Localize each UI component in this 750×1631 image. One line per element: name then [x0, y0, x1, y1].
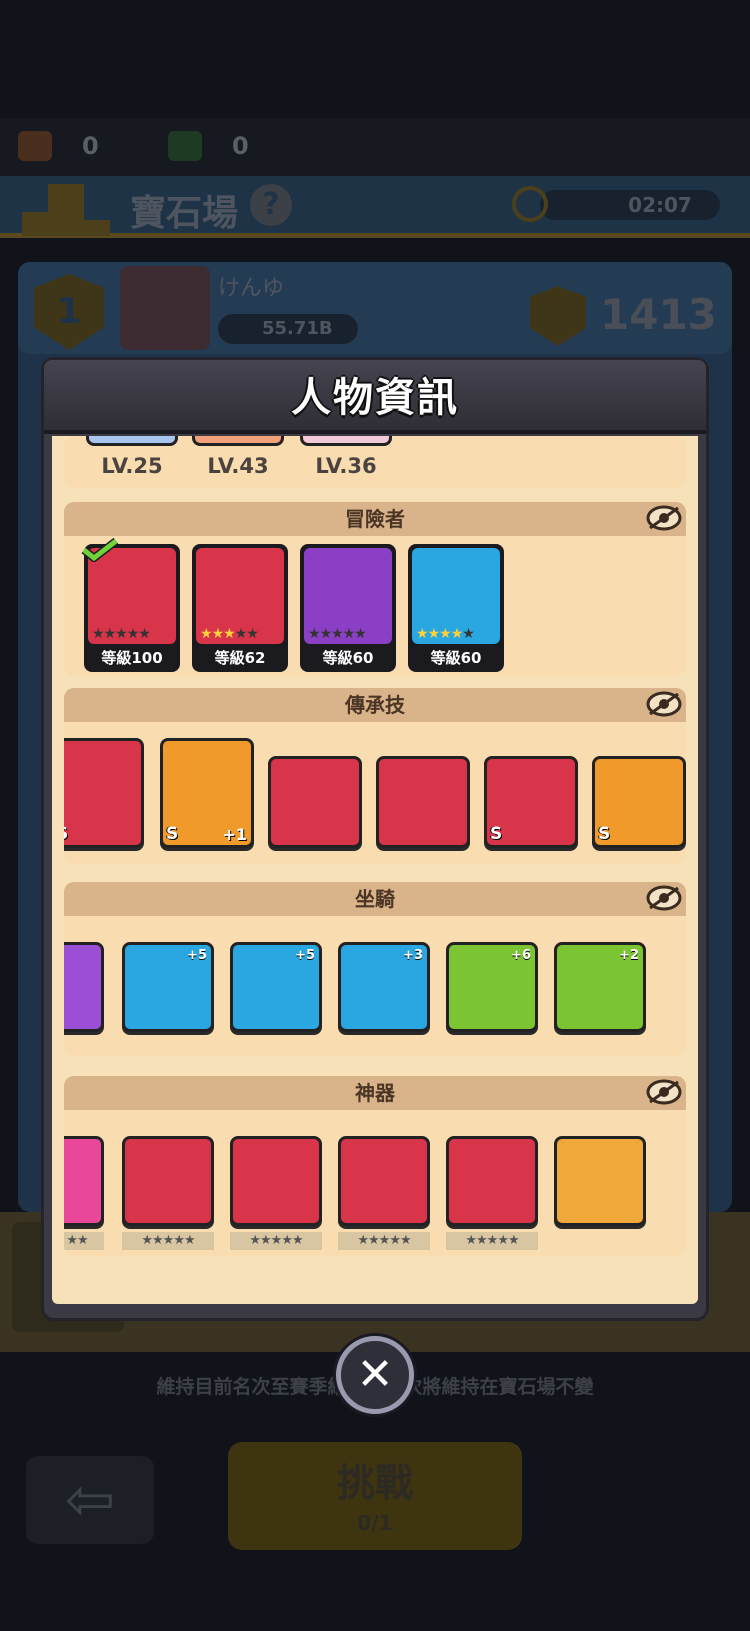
- mount-tile[interactable]: [64, 942, 104, 1032]
- mount-tile[interactable]: +3: [338, 942, 430, 1032]
- ticket-counter: 0: [18, 128, 99, 164]
- artifact-stars: ★★★★★: [446, 1232, 538, 1250]
- scroll-content: LV.25 LV.43 LV.36 冒險者 ★★★★★ 等級100 ★★★★★ 等級6…: [52, 436, 698, 1304]
- screen: 0 0 寶石場 ? 02:07 1 けんゆ 55.71B 1413 維持目前名次…: [0, 0, 750, 1631]
- artifact-tile[interactable]: [446, 1136, 538, 1226]
- hide-eye-icon[interactable]: [644, 1076, 684, 1108]
- artifact-stars: ★★★★★: [122, 1232, 214, 1250]
- selected-check-icon: [81, 538, 119, 562]
- mount-tile[interactable]: +6: [446, 942, 538, 1032]
- section-title: 冒險者: [345, 507, 405, 531]
- ticket-count: 0: [82, 132, 99, 160]
- upgrade-level: +1: [222, 825, 247, 844]
- modal-title: 人物資訊: [291, 374, 459, 421]
- legacy-skill-tile[interactable]: S +1: [160, 738, 254, 848]
- artifact-tile[interactable]: [338, 1136, 430, 1226]
- legacy-skills-section: 傳承技 S S +1 S S: [64, 688, 686, 864]
- gem-count: 0: [232, 132, 249, 160]
- hide-eye-icon[interactable]: [644, 882, 684, 914]
- adventurer-level: 等級100: [101, 649, 163, 667]
- artifact-stars: ★★: [64, 1232, 104, 1250]
- level-card: [192, 436, 284, 446]
- arena-title: 寶石場: [130, 192, 239, 234]
- legacy-skill-tile[interactable]: [268, 756, 362, 848]
- modal-body[interactable]: LV.25 LV.43 LV.36 冒險者 ★★★★★ 等級100 ★★★★★ 等級6…: [52, 436, 698, 1304]
- legacy-skill-tile[interactable]: S: [484, 756, 578, 848]
- mount-tile[interactable]: +5: [230, 942, 322, 1032]
- artifact-tile[interactable]: [230, 1136, 322, 1226]
- rank-s-badge: S: [490, 824, 503, 844]
- rank-s-badge: S: [166, 824, 179, 844]
- adventurer-card[interactable]: ★★★★★ 等級60: [300, 544, 396, 672]
- adventurer-level: 等級60: [430, 649, 482, 667]
- challenge-button[interactable]: 挑戰 0/1: [228, 1442, 522, 1550]
- upgrade-level: +6: [511, 948, 531, 963]
- legacy-skill-tile[interactable]: S: [64, 738, 144, 848]
- gem-icon: [168, 131, 202, 161]
- player-name: けんゆ: [218, 276, 285, 301]
- upgrade-level: +3: [403, 948, 423, 963]
- character-info-modal: 人物資訊 LV.25 LV.43 LV.36 冒險者 ★★★★★ 等級100 ★…: [44, 360, 706, 1318]
- adventurer-card[interactable]: ★★★★★ 等級60: [408, 544, 504, 672]
- ticket-icon: [18, 131, 52, 161]
- upgrade-level: +5: [187, 948, 207, 963]
- hide-eye-icon[interactable]: [644, 502, 684, 534]
- artifact-stars: ★★★★★: [230, 1232, 322, 1250]
- season-timer: 02:07: [540, 190, 720, 220]
- section-title: 傳承技: [345, 693, 405, 717]
- artifact-stars: ★★★★★: [338, 1232, 430, 1250]
- trophy-icon: [22, 182, 112, 236]
- rank-s-badge: S: [598, 824, 611, 844]
- challenge-label: 挑戰: [336, 1460, 413, 1505]
- level-card: [86, 436, 178, 446]
- star-rating: ★★★★★: [308, 626, 367, 642]
- levels-section: LV.25 LV.43 LV.36: [64, 436, 686, 488]
- upgrade-level: +5: [295, 948, 315, 963]
- artifact-tile[interactable]: [554, 1136, 646, 1226]
- close-icon: ✕: [356, 1349, 394, 1400]
- avatar: [120, 266, 210, 350]
- section-title: 神器: [355, 1081, 395, 1105]
- level-label: LV.36: [315, 454, 377, 478]
- hide-eye-icon[interactable]: [644, 688, 684, 720]
- mount-tile[interactable]: +5: [122, 942, 214, 1032]
- upgrade-level: +2: [619, 948, 639, 963]
- gem-counter: 0: [168, 128, 249, 164]
- close-button[interactable]: ✕: [336, 1336, 414, 1414]
- challenge-tickets: 0/1: [357, 1511, 393, 1535]
- help-button[interactable]: ?: [250, 184, 292, 226]
- section-title: 坐騎: [355, 887, 395, 911]
- adventurer-card[interactable]: ★★★★★ 等級62: [192, 544, 288, 672]
- star-rating: ★★★★★: [416, 626, 475, 642]
- back-button[interactable]: ⇦: [26, 1456, 154, 1544]
- artifact-tile[interactable]: [122, 1136, 214, 1226]
- star-rating: ★★★★★: [200, 626, 259, 642]
- adventurer-card[interactable]: ★★★★★ 等級100: [84, 544, 180, 672]
- level-label: LV.43: [207, 454, 269, 478]
- artifacts-section: 神器 ★★ ★★★★★ ★★★★★ ★★★★★ ★★★★★: [64, 1076, 686, 1256]
- legacy-skill-tile[interactable]: [376, 756, 470, 848]
- adventurer-level: 等級60: [322, 649, 374, 667]
- legacy-skill-tile[interactable]: S: [592, 756, 686, 848]
- star-rating: ★★★★★: [92, 626, 151, 642]
- player-power: 55.71B: [218, 314, 358, 344]
- player-score: 1413: [600, 290, 717, 339]
- mounts-section: 坐騎 +5 +5 +3 +6 +2: [64, 882, 686, 1056]
- level-label: LV.25: [101, 454, 163, 478]
- mount-tile[interactable]: +2: [554, 942, 646, 1032]
- artifact-tile[interactable]: [64, 1136, 104, 1226]
- level-card: [300, 436, 392, 446]
- adventurer-level: 等級62: [214, 649, 266, 667]
- currency-bar: [0, 118, 750, 176]
- rank-s-badge: S: [64, 824, 68, 844]
- stopwatch-icon: [512, 186, 548, 222]
- adventurers-section: 冒險者 ★★★★★ 等級100 ★★★★★ 等級62 ★★★★★ 等級60 ★★★★★ 等級6…: [64, 502, 686, 676]
